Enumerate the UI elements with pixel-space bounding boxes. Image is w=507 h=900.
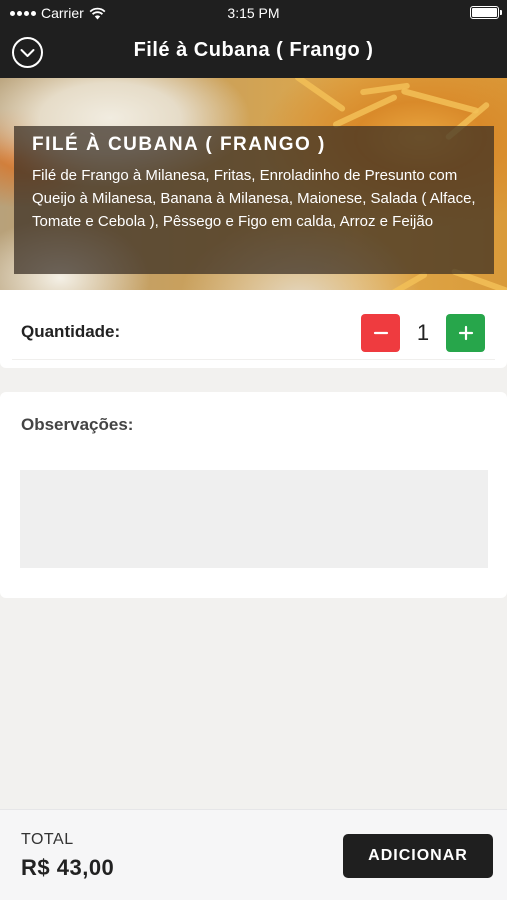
status-bar: Carrier 3:15 PM: [0, 0, 507, 26]
close-button[interactable]: [12, 37, 43, 68]
quantity-label: Quantidade:: [21, 322, 121, 341]
battery-icon: [470, 6, 502, 19]
dish-info-overlay: FILÉ À CUBANA ( FRANGO ) Filé de Frango …: [14, 126, 494, 274]
minus-icon: [373, 331, 388, 335]
quantity-value: 1: [416, 320, 430, 345]
add-to-cart-button[interactable]: ADICIONAR: [343, 834, 493, 878]
observations-input[interactable]: [20, 470, 488, 568]
decrease-quantity-button[interactable]: [361, 314, 400, 352]
nav-bar: Filé à Cubana ( Frango ): [0, 26, 507, 78]
total-value: R$ 43,00: [21, 855, 115, 880]
status-time: 3:15 PM: [227, 5, 280, 21]
order-footer: TOTAL R$ 43,00 ADICIONAR: [0, 809, 507, 900]
dish-title: FILÉ À CUBANA ( FRANGO ): [32, 134, 326, 155]
total-label: TOTAL: [21, 831, 74, 848]
quantity-card: Quantidade: 1: [0, 290, 507, 368]
divider: [12, 359, 495, 360]
increase-quantity-button[interactable]: [446, 314, 485, 352]
dish-hero-image: FILÉ À CUBANA ( FRANGO ) Filé de Frango …: [0, 78, 507, 290]
observations-card: Observações:: [0, 392, 507, 598]
plus-icon: [458, 325, 473, 341]
observations-label: Observações:: [21, 415, 134, 434]
page-title: Filé à Cubana ( Frango ): [133, 39, 374, 61]
chevron-down-icon: [20, 48, 35, 57]
dish-description: Filé de Frango à Milanesa, Fritas, Enrol…: [32, 167, 476, 230]
